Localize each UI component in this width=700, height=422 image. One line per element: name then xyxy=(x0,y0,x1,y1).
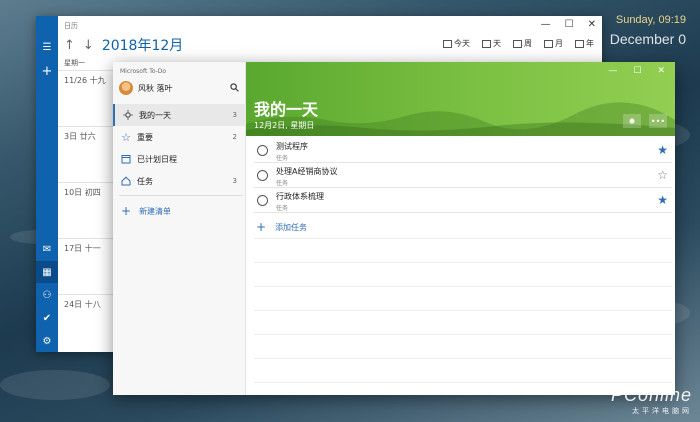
today-icon xyxy=(443,39,452,48)
maximize-icon[interactable]: ☐ xyxy=(565,19,574,30)
calendar-nav: ↑ ↓ 2018年12月 xyxy=(64,35,183,55)
clock-day: Sunday, 09:19 xyxy=(615,14,686,26)
maximize-icon[interactable]: ☐ xyxy=(633,66,641,76)
plus-icon: + xyxy=(121,204,132,218)
close-icon[interactable]: ✕ xyxy=(588,19,596,30)
star-outline-icon: ☆ xyxy=(121,130,131,144)
task-row[interactable]: 处理A经销商协议 任务 ☆ xyxy=(254,163,672,188)
hamburger-menu-icon[interactable]: ☰ xyxy=(36,36,58,58)
people-icon[interactable]: ⚇ xyxy=(36,284,58,306)
divider xyxy=(254,238,672,239)
watermark-brand: PConline xyxy=(610,385,692,405)
new-event-icon[interactable]: + xyxy=(36,60,58,82)
day-icon xyxy=(482,39,491,48)
desktop-clock: Sunday, 09:19 December 0 xyxy=(610,14,686,47)
search-icon[interactable] xyxy=(230,83,239,92)
new-list-button[interactable]: + 新建清单 xyxy=(121,204,171,218)
divider xyxy=(254,382,672,383)
mail-icon[interactable]: ✉ xyxy=(36,238,58,260)
watermark-tagline: 太平洋电脑网 xyxy=(632,407,692,415)
add-task-label: 添加任务 xyxy=(275,222,308,232)
week-header: 星期一 xyxy=(64,59,85,67)
todo-check-icon[interactable]: ✔ xyxy=(36,307,58,329)
more-options-button[interactable]: ••• xyxy=(649,114,667,128)
home-icon xyxy=(121,176,131,186)
add-task-button[interactable]: + 添加任务 xyxy=(256,220,307,234)
todo-sidebar: Microsoft To-Do 风秋 落叶 我的一天 3 ☆ 重要 2 已计划日… xyxy=(113,62,246,395)
list-item-tasks[interactable]: 任务 3 xyxy=(113,170,246,192)
task-row[interactable]: 测试程序 任务 ★ xyxy=(254,138,672,163)
clock-month: December 0 xyxy=(609,31,686,47)
task-title: 测试程序 xyxy=(276,142,308,151)
user-profile[interactable]: 风秋 落叶 xyxy=(119,81,173,95)
my-day-banner: — ☐ ✕ 我的一天 12月2日, 星期日 ✺ ••• xyxy=(246,62,675,136)
day-view-button[interactable]: 天 xyxy=(482,38,501,49)
avatar xyxy=(119,81,133,95)
watermark: PConline 太平洋电脑网 xyxy=(611,385,692,416)
todo-window: Microsoft To-Do 风秋 落叶 我的一天 3 ☆ 重要 2 已计划日… xyxy=(113,62,675,395)
star-filled-icon[interactable]: ★ xyxy=(657,143,668,157)
task-subtitle: 任务 xyxy=(276,155,289,162)
list-item-label: 任务 xyxy=(137,176,153,186)
list-count: 3 xyxy=(232,111,237,119)
calendar-rail: ☰ + ✉ ▦ ⚇ ✔ ⚙ xyxy=(36,16,58,352)
page-title: 我的一天 xyxy=(254,100,319,119)
list-item-planned[interactable]: 已计划日程 xyxy=(113,148,246,170)
app-title: Microsoft To-Do xyxy=(120,68,167,75)
calendar-window-controls: — ☐ ✕ xyxy=(541,19,596,30)
minimize-icon[interactable]: — xyxy=(608,66,617,76)
arrow-down-icon[interactable]: ↓ xyxy=(83,38,94,53)
calendar-month-title: 2018年12月 xyxy=(101,38,184,54)
list-item-label: 已计划日程 xyxy=(137,154,177,164)
week-view-button[interactable]: 周 xyxy=(513,38,532,49)
divider xyxy=(254,286,672,287)
arrow-up-icon[interactable]: ↑ xyxy=(64,38,75,53)
todo-window-controls: — ☐ ✕ xyxy=(608,66,665,76)
calendar-icon xyxy=(121,154,131,164)
divider xyxy=(254,358,672,359)
list-item-label: 重要 xyxy=(137,132,153,142)
lightbulb-icon: ✺ xyxy=(628,116,636,126)
divider xyxy=(119,195,243,196)
minimize-icon[interactable]: — xyxy=(541,19,551,30)
calendar-window-title: 日历 xyxy=(64,22,78,30)
wave xyxy=(0,370,110,400)
user-name: 风秋 落叶 xyxy=(138,83,173,93)
list-count: 3 xyxy=(232,177,237,185)
list-item-my-day[interactable]: 我的一天 3 xyxy=(113,104,246,126)
year-view-button[interactable]: 年 xyxy=(575,38,594,49)
star-outline-icon[interactable]: ☆ xyxy=(657,168,668,182)
complete-checkbox[interactable] xyxy=(257,170,268,181)
calendar-icon[interactable]: ▦ xyxy=(36,261,58,283)
suggestions-button[interactable]: ✺ xyxy=(623,114,641,128)
task-row[interactable]: 行政体系梳理 任务 ★ xyxy=(254,188,672,213)
star-filled-icon[interactable]: ★ xyxy=(657,193,668,207)
complete-checkbox[interactable] xyxy=(257,195,268,206)
task-title: 处理A经销商协议 xyxy=(276,167,338,176)
complete-checkbox[interactable] xyxy=(257,145,268,156)
todo-main-pane: — ☐ ✕ 我的一天 12月2日, 星期日 ✺ ••• 测试程序 任务 ★ 处理… xyxy=(246,62,675,395)
today-button[interactable]: 今天 xyxy=(443,38,470,49)
task-subtitle: 任务 xyxy=(276,180,289,187)
divider xyxy=(254,310,672,311)
task-subtitle: 任务 xyxy=(276,205,289,212)
list-count: 2 xyxy=(232,133,237,141)
new-list-label: 新建清单 xyxy=(139,206,172,216)
week-icon xyxy=(513,39,522,48)
month-view-button[interactable]: 月 xyxy=(544,38,563,49)
more-icon: ••• xyxy=(650,116,666,126)
plus-icon: + xyxy=(256,220,267,234)
divider xyxy=(254,334,672,335)
month-icon xyxy=(544,39,553,48)
year-icon xyxy=(575,39,584,48)
task-title: 行政体系梳理 xyxy=(276,192,324,201)
list-item-label: 我的一天 xyxy=(139,110,171,120)
calendar-toolbar: 今天 天 周 月 年 xyxy=(443,38,594,49)
list-item-important[interactable]: ☆ 重要 2 xyxy=(113,126,246,148)
close-icon[interactable]: ✕ xyxy=(657,66,665,76)
page-date: 12月2日, 星期日 xyxy=(254,121,315,130)
divider xyxy=(254,262,672,263)
settings-gear-icon[interactable]: ⚙ xyxy=(36,330,58,352)
sun-icon xyxy=(123,110,133,120)
